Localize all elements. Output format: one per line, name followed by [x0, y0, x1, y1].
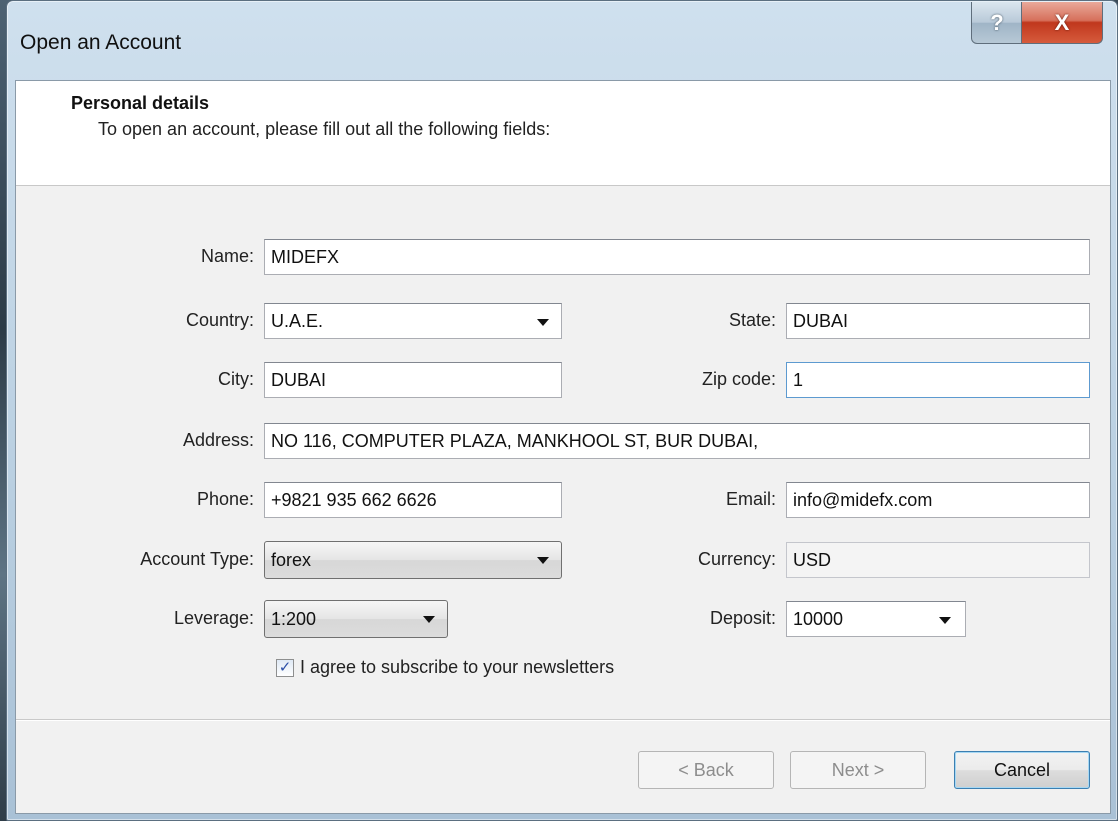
zip-code-label: Zip code:: [701, 369, 776, 389]
country-select[interactable]: U.A.E.: [264, 303, 562, 339]
address-field[interactable]: NO 116, COMPUTER PLAZA, MANKHOOL ST, BUR…: [264, 423, 1090, 459]
section-subtitle: To open an account, please fill out all …: [98, 119, 551, 139]
close-icon: X: [1054, 9, 1070, 35]
name-label: Name:: [200, 246, 254, 266]
section-title: Personal details: [71, 93, 210, 113]
back-button[interactable]: < Back: [638, 751, 774, 789]
chevron-down-icon: [939, 617, 951, 624]
header-panel: Personal details To open an account, ple…: [16, 81, 1110, 186]
leverage-value: 1:200: [271, 609, 317, 629]
account-type-select[interactable]: forex: [264, 541, 562, 579]
phone-field[interactable]: +9821 935 662 6626: [264, 482, 562, 518]
email-label: Email:: [725, 489, 776, 509]
email-field[interactable]: info@midefx.com: [786, 482, 1090, 518]
dialog-client-area: Personal details To open an account, ple…: [15, 80, 1111, 814]
name-field[interactable]: MIDEFX: [264, 239, 1090, 275]
deposit-value: 10000: [793, 609, 844, 629]
leverage-label: Leverage:: [173, 608, 254, 628]
account-type-label: Account Type:: [140, 549, 254, 569]
country-value: U.A.E.: [271, 311, 324, 331]
next-button[interactable]: Next >: [790, 751, 926, 789]
leverage-select[interactable]: 1:200: [264, 600, 448, 638]
state-label: State:: [728, 310, 776, 330]
city-label: City:: [218, 369, 254, 389]
zip-code-field[interactable]: 1: [786, 362, 1090, 398]
deposit-label: Deposit:: [709, 608, 776, 628]
address-label: Address:: [182, 430, 254, 450]
help-icon: ?: [990, 9, 1004, 35]
deposit-select[interactable]: 10000: [786, 601, 966, 637]
dialog-window: Open an Account ? X Personal details To …: [6, 0, 1118, 821]
city-field[interactable]: DUBAI: [264, 362, 562, 398]
state-field[interactable]: DUBAI: [786, 303, 1090, 339]
country-label: Country:: [185, 310, 254, 330]
button-separator: [16, 719, 1110, 720]
window-title: Open an Account: [20, 31, 182, 54]
chevron-down-icon: [423, 616, 435, 623]
chevron-down-icon: [537, 319, 549, 326]
currency-label: Currency:: [697, 549, 776, 569]
cancel-button[interactable]: Cancel: [954, 751, 1090, 789]
chevron-down-icon: [537, 557, 549, 564]
currency-field: USD: [786, 542, 1090, 578]
title-bar: Open an Account ? X: [7, 1, 1117, 81]
newsletter-checkbox[interactable]: ✓: [276, 659, 294, 677]
account-type-value: forex: [271, 550, 312, 570]
phone-label: Phone:: [196, 489, 254, 509]
close-button[interactable]: X: [1021, 2, 1103, 44]
help-button[interactable]: ?: [971, 2, 1023, 44]
newsletter-label[interactable]: I agree to subscribe to your newsletters: [300, 657, 614, 678]
